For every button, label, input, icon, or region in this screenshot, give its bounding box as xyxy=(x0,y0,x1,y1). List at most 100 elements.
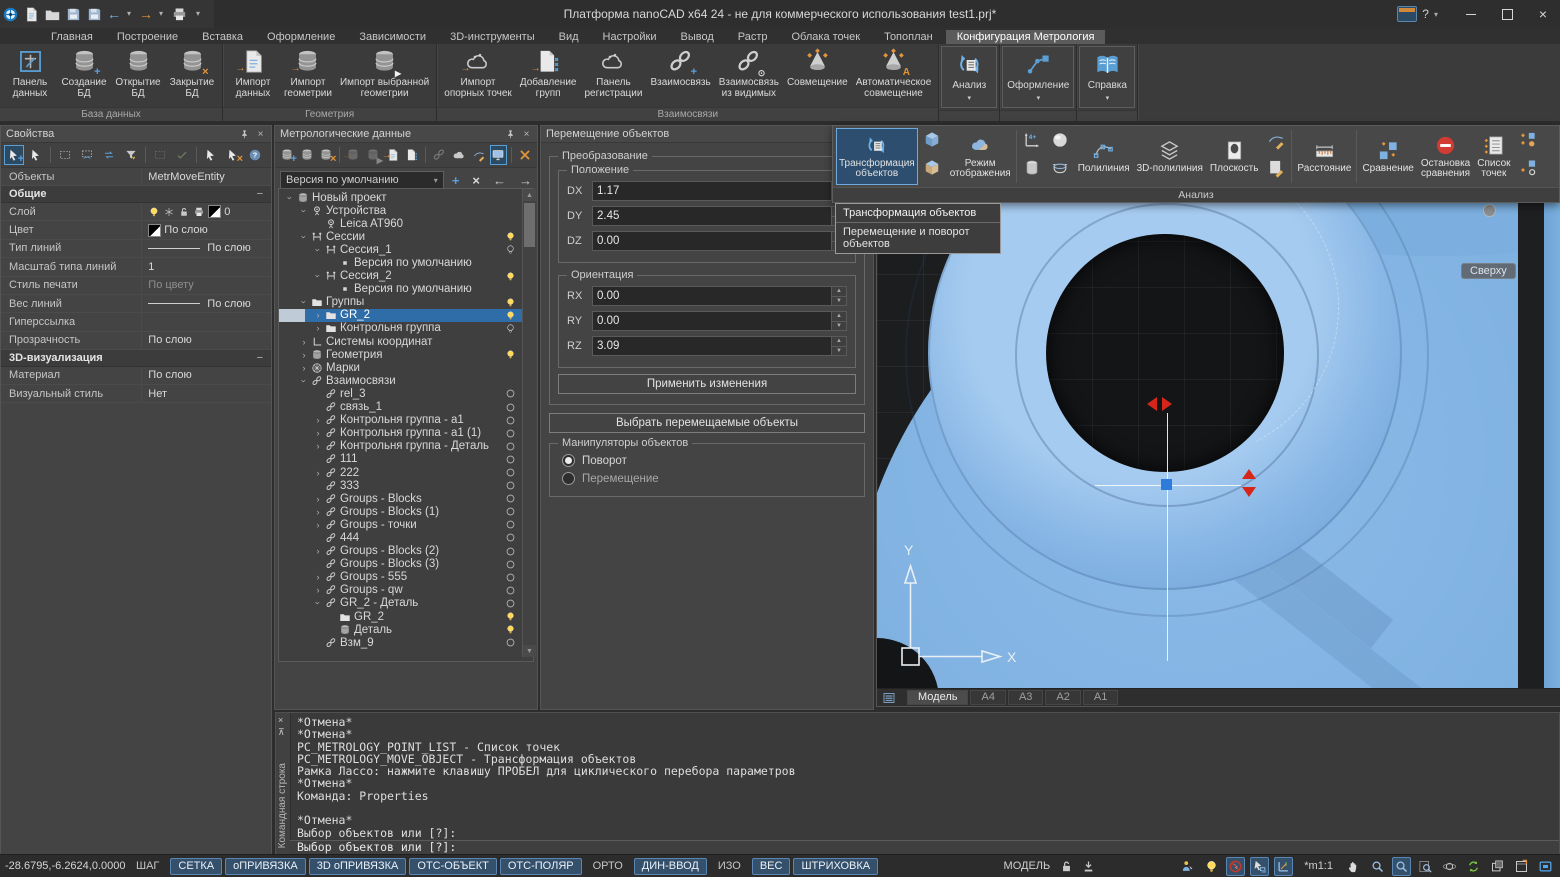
expander-icon[interactable]: › xyxy=(312,494,324,504)
property-value[interactable]: По слою xyxy=(142,295,271,312)
ribbon-button-1-2[interactable]: ▶Импорт выбранной геометрии xyxy=(336,47,433,100)
db-add-icon[interactable]: + xyxy=(278,145,296,165)
next-version-button[interactable]: → xyxy=(519,174,532,187)
property-row-6[interactable]: Стиль печатиПо цвету xyxy=(1,277,271,295)
quick-select-icon[interactable] xyxy=(1178,857,1197,876)
ribbon-tab-8[interactable]: Вывод xyxy=(669,30,724,44)
group-select-icon[interactable] xyxy=(150,145,170,165)
pin-icon[interactable] xyxy=(505,129,516,140)
tree-item-4[interactable]: ›Сессия_1 xyxy=(279,243,533,256)
status-toggle-9[interactable]: ВЕС xyxy=(752,858,791,875)
tree-item-16[interactable]: связь_1 xyxy=(279,401,533,414)
lock-icon[interactable] xyxy=(1057,857,1076,876)
polyline-3d-button[interactable]: 3D-полилиния xyxy=(1134,128,1206,185)
command-line-tab[interactable]: × ⊼ Командная строка xyxy=(276,713,291,854)
ribbon-tab-3[interactable]: Оформление xyxy=(256,30,346,44)
fullscreen-icon[interactable] xyxy=(1536,857,1555,876)
rx-field[interactable]: ▲▼ xyxy=(592,286,847,306)
move-radio[interactable]: Перемещение xyxy=(562,472,852,485)
property-row-2[interactable]: Слой0 xyxy=(1,203,271,221)
tree-item-2[interactable]: Leica AT960 xyxy=(279,217,533,230)
property-row-0[interactable]: ОбъектыMetrMoveEntity xyxy=(1,168,271,186)
add-version-button[interactable]: + xyxy=(452,174,460,187)
status-toggle-10[interactable]: ШТРИХОВКА xyxy=(793,858,878,875)
expander-icon[interactable]: › xyxy=(312,507,324,517)
status-toggle-8[interactable]: ИЗО xyxy=(710,858,749,875)
cursor-snap-icon[interactable] xyxy=(1250,857,1269,876)
property-row-7[interactable]: Вес линийПо слою xyxy=(1,295,271,313)
tree-item-27[interactable]: ›Groups - Blocks (2) xyxy=(279,545,533,558)
tree-item-29[interactable]: ›Groups - 555 xyxy=(279,571,533,584)
ribbon-button-3-0[interactable]: Анализ▾ xyxy=(941,46,997,108)
status-toggle-5[interactable]: ОТС-ПОЛЯР xyxy=(500,858,582,875)
dx-field[interactable]: ▲▼ xyxy=(592,181,847,201)
expander-icon[interactable]: › xyxy=(298,350,310,360)
ribbon-button-0-1[interactable]: +Создание БД xyxy=(57,47,111,100)
tree-item-22[interactable]: 333 xyxy=(279,479,533,492)
property-row-8[interactable]: Гиперссылка xyxy=(1,313,271,331)
rx-input[interactable] xyxy=(593,287,831,305)
layout-tab-3[interactable]: А2 xyxy=(1045,690,1080,705)
axis4-button[interactable]: 4+ xyxy=(1022,130,1042,155)
status-toggle-2[interactable]: оПРИВЯЗКА xyxy=(225,858,306,875)
property-value[interactable]: По слою xyxy=(142,367,271,384)
property-value[interactable] xyxy=(142,313,271,330)
tree-item-7[interactable]: Версия по умолчанию xyxy=(279,283,533,296)
tree-item-18[interactable]: ›Контрольня группа - a1 (1) xyxy=(279,427,533,440)
ribbon-button-1-1[interactable]: →Импорт геометрии xyxy=(280,47,336,100)
delete-icon[interactable] xyxy=(516,145,534,165)
property-row-9[interactable]: ПрозрачностьПо слою xyxy=(1,332,271,350)
close-button[interactable]: × xyxy=(1526,2,1560,26)
ribbon-tab-6[interactable]: Вид xyxy=(548,30,590,44)
app-store-icon[interactable] xyxy=(1397,6,1417,22)
cloud-icon[interactable] xyxy=(450,145,468,165)
ucs-status-icon[interactable] xyxy=(1274,857,1293,876)
help-circle-icon[interactable]: ? xyxy=(245,145,265,165)
expander-icon[interactable]: › xyxy=(312,310,324,320)
color-chip[interactable] xyxy=(208,205,221,218)
data-import-icon[interactable]: → xyxy=(384,145,402,165)
cube-button[interactable] xyxy=(922,130,942,155)
zoom-icon[interactable] xyxy=(1368,857,1387,876)
link-icon[interactable] xyxy=(430,145,448,165)
append-select-icon[interactable]: + xyxy=(4,145,24,165)
prev-version-button[interactable]: ← xyxy=(493,174,506,187)
tree-item-11[interactable]: ›Системы координат xyxy=(279,335,533,348)
minimize-button[interactable] xyxy=(1454,2,1488,26)
db-import-icon[interactable]: → xyxy=(344,145,362,165)
expander-icon[interactable]: › xyxy=(285,192,295,204)
ribbon-tab-2[interactable]: Вставка xyxy=(191,30,254,44)
layout-tab-1[interactable]: А4 xyxy=(970,690,1005,705)
stop-compare-button[interactable]: Остановка сравнения xyxy=(1418,128,1473,185)
tree-item-20[interactable]: 111 xyxy=(279,453,533,466)
property-value[interactable]: По слою xyxy=(142,240,271,257)
expander-icon[interactable]: › xyxy=(312,546,324,556)
pin-icon[interactable]: ⊼ xyxy=(278,727,285,738)
scroll-up-icon[interactable]: ▲ xyxy=(523,189,536,201)
pan-icon[interactable] xyxy=(1344,857,1363,876)
property-row-3[interactable]: ЦветПо слою xyxy=(1,221,271,239)
dy-field[interactable]: ▲▼ xyxy=(592,206,847,226)
tree-item-8[interactable]: ›Группы xyxy=(279,296,533,309)
print-icon[interactable] xyxy=(171,6,188,23)
property-value[interactable]: MetrMoveEntity xyxy=(142,168,271,185)
db-close-icon[interactable]: × xyxy=(318,145,336,165)
ribbon-button-0-3[interactable]: ×Закрытие БД xyxy=(165,47,219,100)
dx-input[interactable] xyxy=(593,182,831,200)
expander-icon[interactable]: › xyxy=(298,337,310,347)
version-select[interactable]: Версия по умолчанию ▾ xyxy=(280,171,444,190)
lightbulb-icon[interactable] xyxy=(1202,857,1221,876)
move-arrow-up-icon[interactable] xyxy=(1242,469,1256,479)
layout-tab-4[interactable]: А1 xyxy=(1083,690,1118,705)
point-list-button[interactable]: Список точек xyxy=(1474,128,1513,185)
tree-item-25[interactable]: ›Groups - точки xyxy=(279,518,533,531)
expander-icon[interactable]: › xyxy=(299,231,309,243)
distance-button[interactable]: Расстояние xyxy=(1294,128,1354,185)
help-button[interactable]: ? xyxy=(1419,7,1432,21)
collapse-icon[interactable]: − xyxy=(257,188,263,200)
tree-item-15[interactable]: rel_3 xyxy=(279,387,533,400)
pot-button[interactable] xyxy=(1050,158,1070,183)
property-row-5[interactable]: Масштаб типа линий1 xyxy=(1,258,271,276)
orbit-icon[interactable] xyxy=(1440,857,1459,876)
tree-item-9[interactable]: ›GR_2 xyxy=(279,309,533,322)
